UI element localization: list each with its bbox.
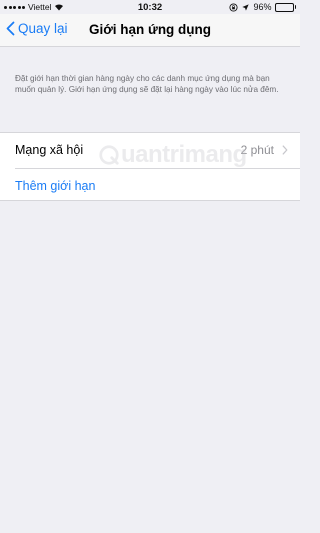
rotation-lock-icon bbox=[229, 2, 239, 12]
chevron-right-icon bbox=[282, 145, 288, 155]
battery-percent: 96% bbox=[253, 2, 272, 12]
status-bar: Viettel 10:32 96% bbox=[0, 0, 300, 14]
add-limit-button[interactable]: Thêm giới hạn bbox=[15, 179, 95, 193]
limit-category-label: Mạng xã hội bbox=[15, 143, 84, 157]
section-description: Đặt giới hạn thời gian hàng ngày cho các… bbox=[15, 74, 279, 94]
status-right: 96% bbox=[229, 2, 296, 12]
navigation-bar: Quay lại Giới hạn ứng dụng bbox=[0, 14, 300, 47]
row-divider bbox=[15, 168, 300, 169]
limit-time-value: 2 phút bbox=[240, 143, 274, 157]
location-arrow-icon bbox=[242, 3, 250, 11]
battery-icon bbox=[274, 2, 296, 12]
page-title: Giới hạn ứng dụng bbox=[88, 22, 212, 37]
limits-list: Mạng xã hội 2 phút Thêm giới hạn bbox=[0, 132, 300, 201]
list-item[interactable]: Mạng xã hội 2 phút bbox=[0, 133, 300, 168]
